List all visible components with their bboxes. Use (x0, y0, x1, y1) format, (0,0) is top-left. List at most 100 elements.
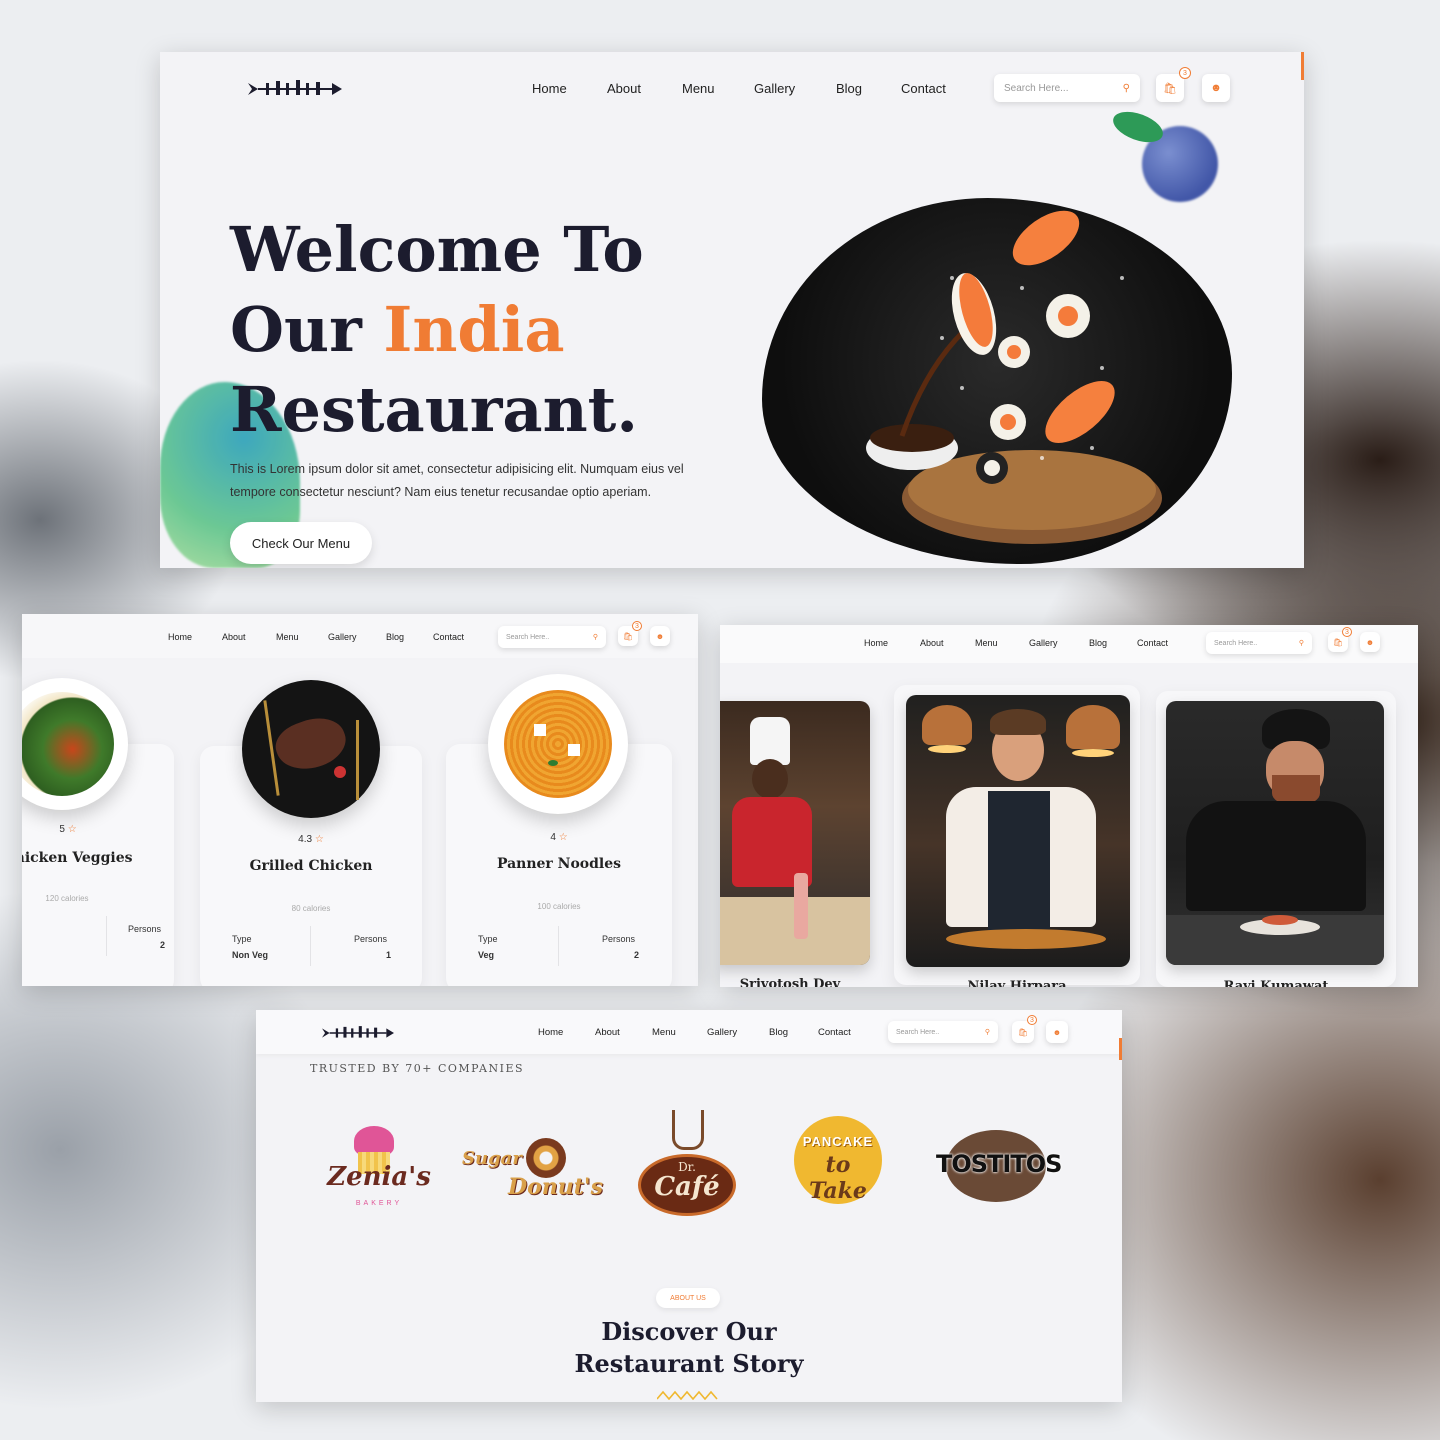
nav-about[interactable]: About (222, 632, 276, 642)
nav-about[interactable]: About (607, 81, 682, 96)
dish-calories: 80 calories (291, 904, 331, 913)
brand-name: PANCAKE (802, 1134, 874, 1149)
brand-subname: to Take (809, 1152, 867, 1204)
user-icon: ☻ (1365, 637, 1375, 647)
brand-name: Zenia's (327, 1162, 431, 1192)
chefs-nav: Home About Menu Gallery Blog Contact (864, 637, 1181, 649)
site-logo[interactable] (322, 1026, 394, 1040)
nav-blog[interactable]: Blog (836, 81, 901, 96)
hero-desc-line2: tempore consectetur nesciunt? Nam eius t… (230, 485, 652, 499)
search-input[interactable]: Search Here... ⚲ (994, 74, 1140, 102)
about-title: Discover Our Restaurant Story (256, 1316, 1122, 1380)
search-placeholder: Search Here... (1004, 82, 1069, 94)
rating-row: 4 ☆ (446, 832, 672, 843)
nav-home[interactable]: Home (168, 632, 222, 642)
nav-menu[interactable]: Menu (276, 632, 328, 642)
brand-name: TOSTITOS (936, 1150, 1062, 1178)
nav-home[interactable]: Home (864, 638, 920, 648)
chef-name: Nilay Hirpara (967, 979, 1067, 987)
bag-icon: 🛍 (622, 631, 634, 641)
search-input[interactable]: Search Here.. ⚲ (1206, 632, 1312, 654)
cutlery-logo-icon (322, 1026, 394, 1038)
hero-desc-line1: This is Lorem ipsum dolor sit amet, cons… (230, 462, 684, 476)
type-value: Veg (478, 950, 495, 960)
cart-button[interactable]: 🛍 (1156, 74, 1184, 102)
search-placeholder: Search Here.. (1214, 639, 1258, 647)
scroll-indicator[interactable] (1301, 52, 1304, 80)
nav-contact[interactable]: Contact (901, 81, 961, 96)
nav-gallery[interactable]: Gallery (1029, 638, 1089, 648)
user-button[interactable]: ☻ (1046, 1021, 1068, 1043)
brand-logo-dr-cafe: Dr. Café (638, 1110, 738, 1222)
dish-name: Panner Noodles (496, 856, 622, 872)
nav-contact[interactable]: Contact (433, 632, 477, 642)
star-icon: ☆ (314, 834, 324, 845)
nav-about[interactable]: About (595, 1027, 652, 1038)
persons-label: Persons (128, 924, 162, 934)
cart-count-badge: 3 (632, 621, 642, 631)
nav-menu[interactable]: Menu (682, 81, 754, 96)
user-icon: ☻ (1052, 1027, 1062, 1037)
brand-logo-tostitos: TOSTITOS (936, 1130, 1062, 1202)
brand-logo-zenias: Zenia's BAKERY (326, 1122, 436, 1212)
nav-gallery[interactable]: Gallery (328, 632, 386, 642)
nav-about[interactable]: About (920, 638, 975, 648)
hero-title-line2: Our India (230, 290, 644, 370)
hero-title-line1: Welcome To (230, 213, 644, 286)
nav-home[interactable]: Home (538, 1027, 595, 1038)
brand-subname: Café (654, 1172, 720, 1202)
persons-value: 2 (634, 950, 640, 960)
chef-photo[interactable] (720, 701, 870, 965)
trusted-heading: TRUSTED BY 70+ COMPANIES (310, 1062, 525, 1075)
chef-name: Ravi Kumawat (1223, 979, 1329, 987)
user-button[interactable]: ☻ (650, 626, 670, 646)
hero-title-our: Our (230, 293, 384, 366)
nav-gallery[interactable]: Gallery (707, 1027, 769, 1038)
nav-blog[interactable]: Blog (769, 1027, 818, 1038)
nav-menu[interactable]: Menu (975, 638, 1029, 648)
dish-name: Grilled Chicken (249, 858, 373, 874)
user-button[interactable]: ☻ (1202, 74, 1230, 102)
about-title-line1: Discover Our (601, 1317, 777, 1346)
chef-photo[interactable] (906, 695, 1130, 967)
cart-count-badge: 3 (1179, 67, 1191, 79)
type-label: Type (232, 934, 252, 944)
chefs-screenshot: Home About Menu Gallery Blog Contact Sea… (720, 625, 1418, 987)
rating-value: 5 (59, 824, 65, 835)
nav-gallery[interactable]: Gallery (754, 81, 836, 96)
site-logo[interactable] (248, 80, 342, 98)
search-placeholder: Search Here.. (506, 633, 550, 641)
bag-icon: 🛍 (1163, 82, 1177, 95)
dish-name: Chicken Veggies (22, 850, 133, 866)
rating-row: 4.3 ☆ (200, 834, 422, 845)
nav-blog[interactable]: Blog (1089, 638, 1137, 648)
rating-value: 4 (550, 832, 556, 843)
search-placeholder: Search Here.. (896, 1028, 940, 1036)
zigzag-divider-icon (657, 1390, 718, 1400)
chef-name: Srivotosh Dev (739, 977, 841, 987)
about-screenshot: Home About Menu Gallery Blog Contact Sea… (256, 1010, 1122, 1402)
hero-screenshot: Home About Menu Gallery Blog Contact Sea… (160, 52, 1304, 568)
brand-subname: BAKERY (355, 1200, 403, 1207)
info-divider (558, 926, 559, 966)
scroll-indicator[interactable] (1119, 1038, 1122, 1060)
persons-label: Persons (602, 934, 636, 944)
search-input[interactable]: Search Here.. ⚲ (498, 626, 606, 648)
hero-title-line3: Restaurant. (230, 373, 638, 446)
check-menu-button[interactable]: Check Our Menu (230, 522, 372, 564)
user-button[interactable]: ☻ (1360, 632, 1380, 652)
search-icon: ⚲ (1298, 640, 1304, 647)
nav-contact[interactable]: Contact (1137, 638, 1181, 648)
nav-blog[interactable]: Blog (386, 632, 433, 642)
user-icon: ☻ (1210, 82, 1222, 94)
rating-value: 4.3 (298, 834, 313, 845)
nav-home[interactable]: Home (532, 81, 607, 96)
star-icon: ☆ (67, 824, 77, 835)
donut-icon (526, 1138, 566, 1178)
search-icon: ⚲ (1122, 82, 1130, 94)
nav-contact[interactable]: Contact (818, 1027, 864, 1038)
brand-name: Sugar (462, 1148, 522, 1169)
search-input[interactable]: Search Here.. ⚲ (888, 1021, 998, 1043)
nav-menu[interactable]: Menu (652, 1027, 707, 1038)
chef-photo[interactable] (1166, 701, 1384, 965)
